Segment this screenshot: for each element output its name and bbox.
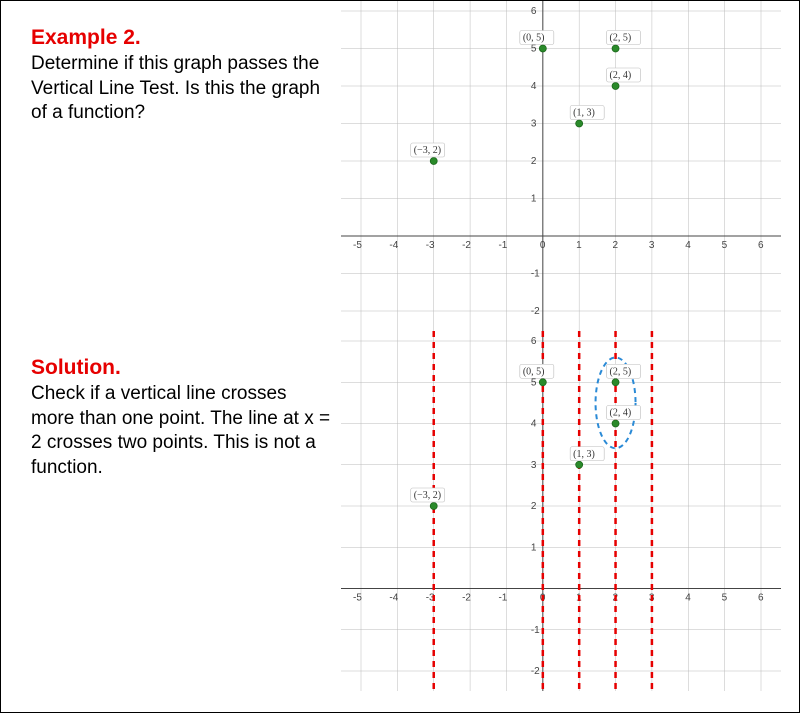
y-tick-label: 2 <box>531 156 537 167</box>
y-tick-label: -2 <box>531 306 540 317</box>
point-label: (0, 5) <box>523 33 545 44</box>
point-label: (2, 5) <box>610 366 632 377</box>
y-tick-label: 4 <box>531 419 537 430</box>
x-tick-label: 0 <box>540 240 546 251</box>
point-label: (0, 5) <box>523 366 545 377</box>
y-tick-label: 5 <box>531 44 537 55</box>
x-tick-label: 5 <box>722 240 728 251</box>
y-tick-label: 6 <box>531 336 537 347</box>
example-heading: Example 2. <box>31 26 331 50</box>
solution-heading: Solution. <box>31 356 331 380</box>
x-tick-label: 4 <box>685 593 691 604</box>
y-tick-label: -1 <box>531 625 540 636</box>
solution-text: Check if a vertical line crosses more th… <box>31 382 331 481</box>
top-scatter-chart: -5 -4 -3 -2 -1 0 1 2 3 4 5 6 -2 -1 1 2 3 4 5 6 (−3, 2) (0, 5)… <box>341 1 781 331</box>
y-tick-label: 2 <box>531 501 537 512</box>
y-tick-label: 5 <box>531 377 537 388</box>
y-tick-label: -1 <box>531 269 540 280</box>
x-tick-label: -2 <box>462 593 471 604</box>
y-tick-label: 3 <box>531 460 537 471</box>
x-tick-label: 1 <box>576 240 582 251</box>
y-tick-label: 1 <box>531 194 537 205</box>
bottom-scatter-chart: -5-4-3-2-10123456-2-1123456(−3, 2)(0, 5)… <box>341 331 781 691</box>
point-label: (1, 3) <box>573 449 595 460</box>
x-tick-label: 4 <box>685 240 691 251</box>
point-label: (2, 4) <box>610 408 632 419</box>
x-tick-label: -4 <box>389 240 398 251</box>
y-tick-label: 4 <box>531 81 537 92</box>
data-point <box>612 45 619 52</box>
x-tick-label: -2 <box>462 240 471 251</box>
data-point <box>612 379 619 386</box>
x-tick-label: -1 <box>498 593 507 604</box>
data-point <box>576 120 583 127</box>
point-label: (−3, 2) <box>414 490 441 501</box>
data-point <box>612 83 619 90</box>
x-tick-label: 2 <box>613 240 619 251</box>
point-label: (2, 4) <box>610 70 632 81</box>
data-point <box>612 420 619 427</box>
data-point <box>539 379 546 386</box>
x-tick-label: 6 <box>758 240 764 251</box>
data-point <box>430 158 437 165</box>
point-label: (−3, 2) <box>414 145 441 156</box>
point-label: (2, 5) <box>610 33 632 44</box>
x-tick-label: -5 <box>353 593 362 604</box>
x-tick-label: -4 <box>389 593 398 604</box>
data-point <box>539 45 546 52</box>
x-tick-label: -1 <box>498 240 507 251</box>
x-tick-label: -5 <box>353 240 362 251</box>
x-tick-label: 6 <box>758 593 764 604</box>
y-tick-label: 3 <box>531 119 537 130</box>
y-tick-label: -2 <box>531 666 540 677</box>
x-tick-label: 3 <box>649 240 655 251</box>
example-text: Determine if this graph passes the Verti… <box>31 52 331 126</box>
y-tick-label: 6 <box>531 6 537 17</box>
x-tick-label: 5 <box>722 593 728 604</box>
x-tick-label: -3 <box>426 240 435 251</box>
point-label: (1, 3) <box>573 108 595 119</box>
data-point <box>576 461 583 468</box>
data-point <box>430 503 437 510</box>
y-tick-label: 1 <box>531 542 537 553</box>
